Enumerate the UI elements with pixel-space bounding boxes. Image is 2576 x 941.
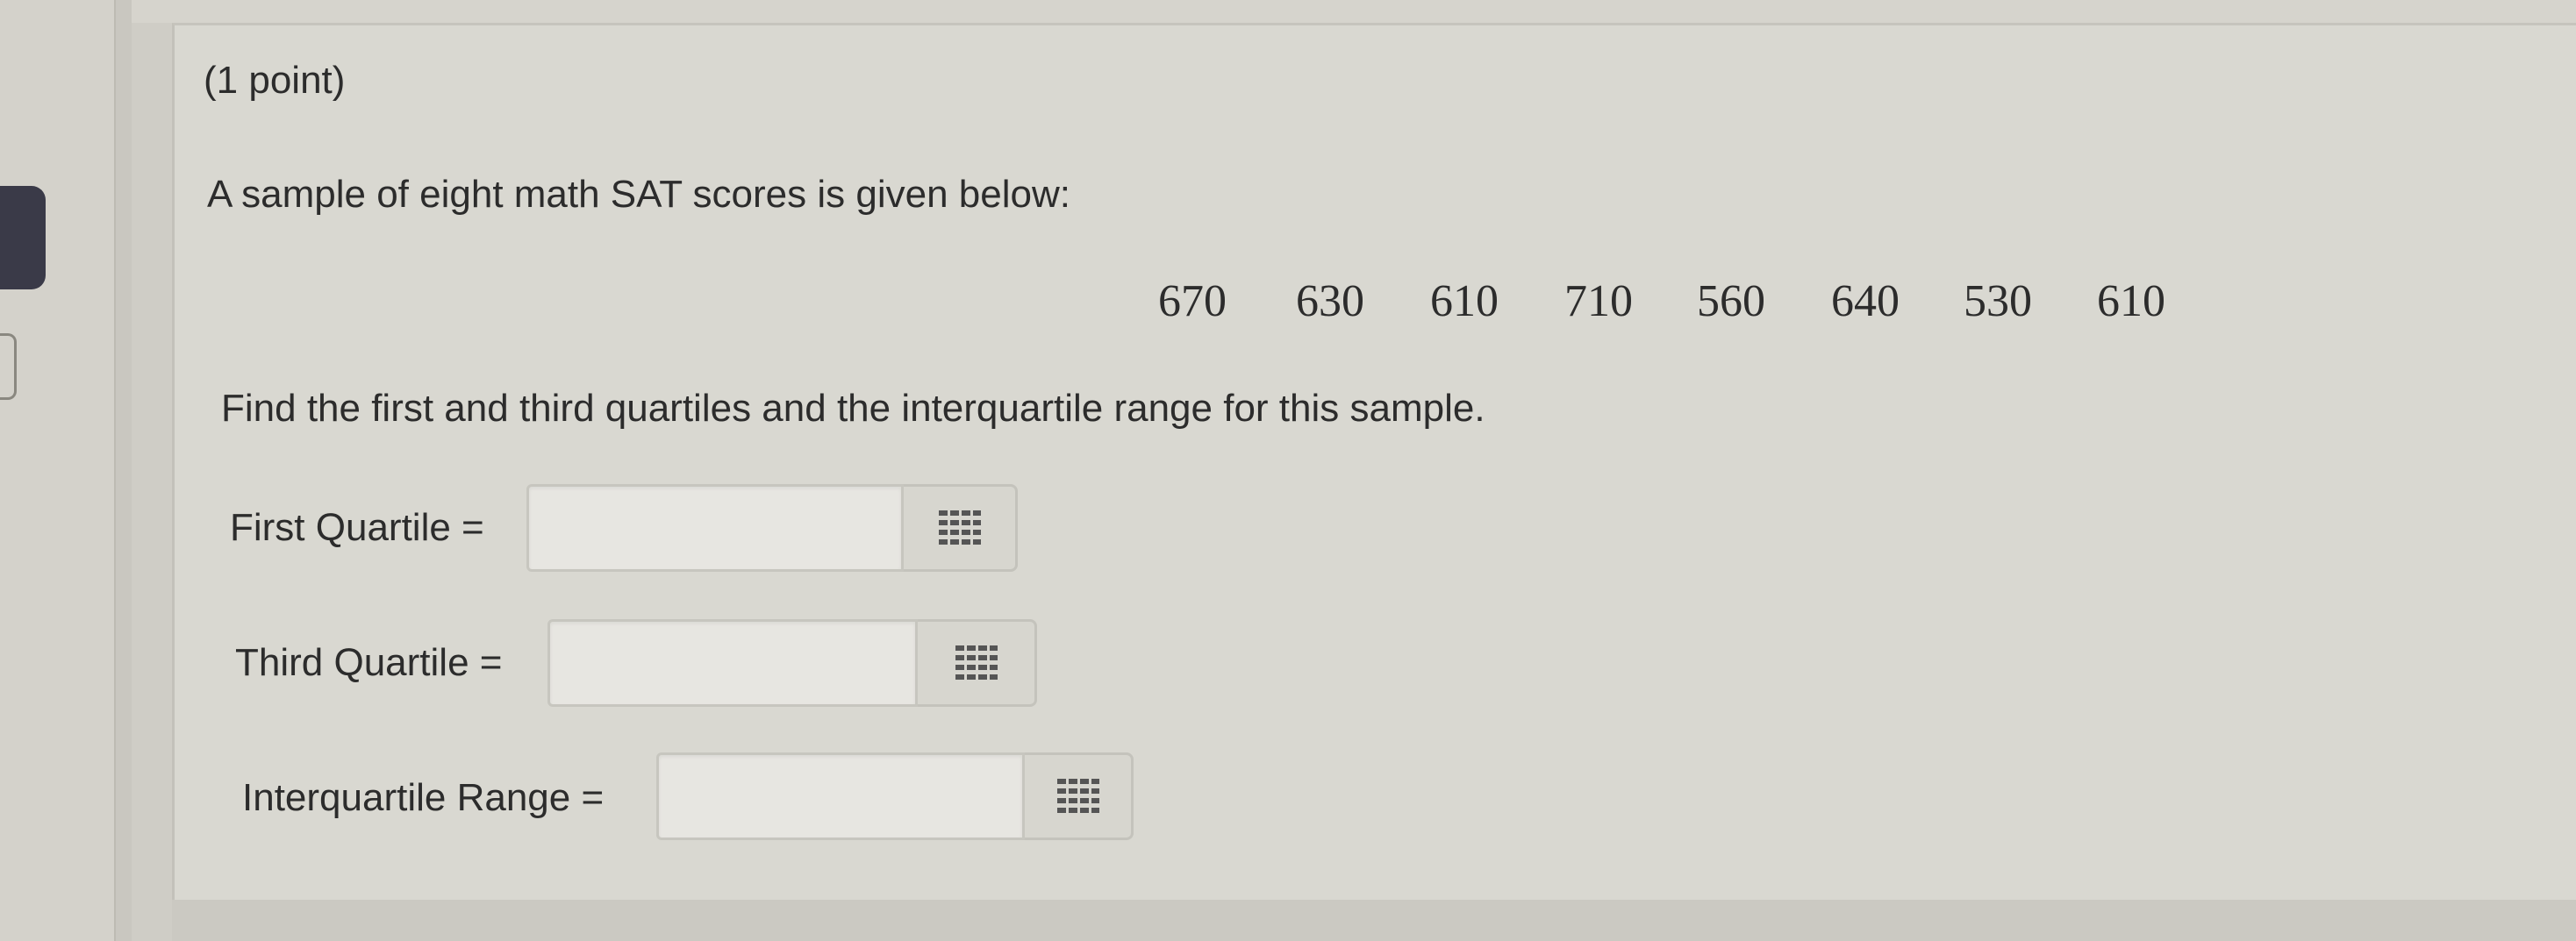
third-quartile-matrix-button[interactable]: [918, 619, 1037, 707]
first-quartile-matrix-button[interactable]: [904, 484, 1018, 572]
score-value: 670: [1158, 276, 1227, 326]
third-quartile-input[interactable]: [547, 619, 918, 707]
score-value: 630: [1296, 276, 1364, 326]
matrix-grid-icon: [1056, 779, 1099, 813]
problem-instruction: Find the first and third quartiles and t…: [221, 387, 1485, 430]
top-band: [132, 0, 2576, 23]
navigation-tab-outline[interactable]: [0, 333, 17, 400]
points-label: (1 point): [204, 59, 346, 102]
interquartile-range-label: Interquartile Range =: [242, 776, 605, 819]
first-quartile-label: First Quartile =: [230, 506, 484, 549]
first-quartile-input[interactable]: [526, 484, 904, 572]
score-value: 610: [2097, 276, 2165, 326]
left-navigation-panel: [0, 0, 116, 941]
problem-card-footer: [172, 900, 2576, 941]
problem-intro: A sample of eight math SAT scores is giv…: [207, 173, 1070, 216]
navigation-tab-active[interactable]: [0, 186, 46, 289]
interquartile-range-matrix-button[interactable]: [1025, 752, 1134, 840]
problem-card: [172, 23, 2576, 900]
score-value: 560: [1697, 276, 1765, 326]
score-value: 610: [1430, 276, 1499, 326]
score-value: 530: [1964, 276, 2032, 326]
matrix-grid-icon: [955, 645, 998, 680]
score-value: 640: [1831, 276, 1900, 326]
matrix-grid-icon: [938, 510, 981, 545]
score-value: 710: [1564, 276, 1633, 326]
interquartile-range-input[interactable]: [656, 752, 1025, 840]
third-quartile-label: Third Quartile =: [235, 641, 503, 684]
